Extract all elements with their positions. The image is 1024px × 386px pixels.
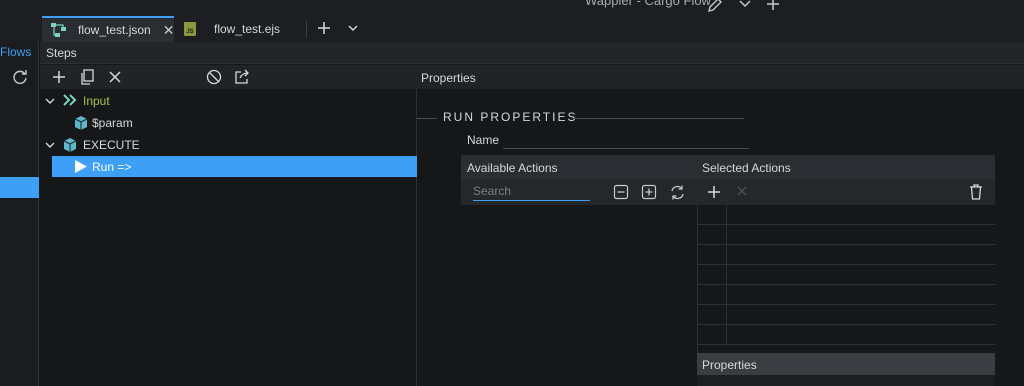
table-row xyxy=(698,305,996,325)
name-label: Name xyxy=(467,133,500,147)
table-row xyxy=(698,225,996,245)
tab-divider xyxy=(306,20,307,38)
window-title-bar: Wappler - Cargo Flow xyxy=(0,0,1024,16)
section-rule-right xyxy=(574,118,744,119)
add-icon[interactable] xyxy=(765,0,781,12)
copy-icon[interactable] xyxy=(78,68,96,86)
available-actions-title: Available Actions xyxy=(467,161,558,175)
js-file-icon: JS xyxy=(184,22,196,36)
new-tab-icon[interactable] xyxy=(316,20,332,36)
sub-properties-header: Properties xyxy=(697,353,995,375)
play-icon xyxy=(74,159,88,174)
tab-bar: flow_test.json ✕ JS flow_test.ejs xyxy=(0,16,1024,42)
tab-flow-test-ejs[interactable]: JS flow_test.ejs xyxy=(184,16,304,42)
tab-label: flow_test.json xyxy=(78,23,151,37)
section-rule-left xyxy=(417,118,437,119)
sub-properties-body xyxy=(697,375,995,386)
chevron-down-icon[interactable] xyxy=(44,95,56,107)
selected-actions-header: Selected Actions xyxy=(697,155,995,179)
section-title: RUN PROPERTIES xyxy=(443,110,578,124)
window-title: Wappler - Cargo Flow xyxy=(585,0,711,8)
tree-item-label: EXECUTE xyxy=(83,138,140,152)
disable-icon[interactable] xyxy=(205,68,223,86)
properties-title: Properties xyxy=(421,71,476,85)
refresh-icon[interactable] xyxy=(11,68,29,86)
tree-item-label: Input xyxy=(83,94,110,108)
tree-item-param[interactable]: $param xyxy=(40,112,417,133)
selected-actions-toolbar xyxy=(697,179,995,205)
collapse-all-icon[interactable] xyxy=(613,184,629,200)
tab-menu-chevron-icon[interactable] xyxy=(346,21,360,35)
svg-text:JS: JS xyxy=(186,29,193,35)
table-row xyxy=(698,205,996,225)
export-icon[interactable] xyxy=(233,68,251,86)
table-row xyxy=(698,325,996,345)
table-row xyxy=(698,265,996,285)
expand-all-icon[interactable] xyxy=(641,184,657,200)
search-input[interactable] xyxy=(473,182,590,201)
trash-icon[interactable] xyxy=(968,183,984,201)
chevron-down-icon[interactable] xyxy=(737,0,753,12)
tree-item-run[interactable]: Run => xyxy=(52,156,417,177)
sub-properties-title: Properties xyxy=(702,358,757,372)
flow-icon xyxy=(50,22,68,38)
available-actions-list[interactable] xyxy=(461,205,697,386)
input-chevrons-icon xyxy=(62,93,78,107)
add-step-icon[interactable] xyxy=(50,68,68,86)
tab-flow-test-json[interactable]: flow_test.json ✕ xyxy=(42,16,174,42)
steps-header: Steps xyxy=(40,42,1024,64)
refresh-icon[interactable] xyxy=(669,184,686,201)
selected-flow-item[interactable] xyxy=(0,177,39,198)
name-field[interactable] xyxy=(503,148,749,149)
table-row xyxy=(698,285,996,305)
add-action-icon[interactable] xyxy=(706,184,722,200)
chevron-down-icon[interactable] xyxy=(44,139,56,151)
tab-label: flow_test.ejs xyxy=(214,22,281,36)
remove-action-icon[interactable] xyxy=(735,184,749,198)
available-actions-toolbar xyxy=(461,179,697,205)
pencil-icon[interactable] xyxy=(706,0,724,14)
steps-toolbar xyxy=(40,65,417,89)
cube-icon xyxy=(73,115,89,131)
steps-title: Steps xyxy=(46,46,77,60)
table-row xyxy=(698,245,996,265)
available-actions-header: Available Actions xyxy=(461,155,697,179)
selected-actions-list[interactable] xyxy=(697,205,996,353)
tree-item-label: Run => xyxy=(92,160,132,174)
properties-header: Properties xyxy=(417,65,1024,89)
delete-step-icon[interactable] xyxy=(106,68,124,86)
tree-item-execute[interactable]: EXECUTE xyxy=(40,134,417,155)
flows-sidebar: Flows xyxy=(0,42,39,386)
tree-item-input[interactable]: Input xyxy=(40,90,417,111)
steps-tree: Input $param EXECUTE Run => xyxy=(40,89,417,386)
tree-item-label: $param xyxy=(92,116,133,130)
cube-icon xyxy=(62,137,78,153)
flows-tab[interactable]: Flows xyxy=(0,45,31,59)
selected-actions-title: Selected Actions xyxy=(702,161,791,175)
close-icon[interactable]: ✕ xyxy=(163,22,175,39)
